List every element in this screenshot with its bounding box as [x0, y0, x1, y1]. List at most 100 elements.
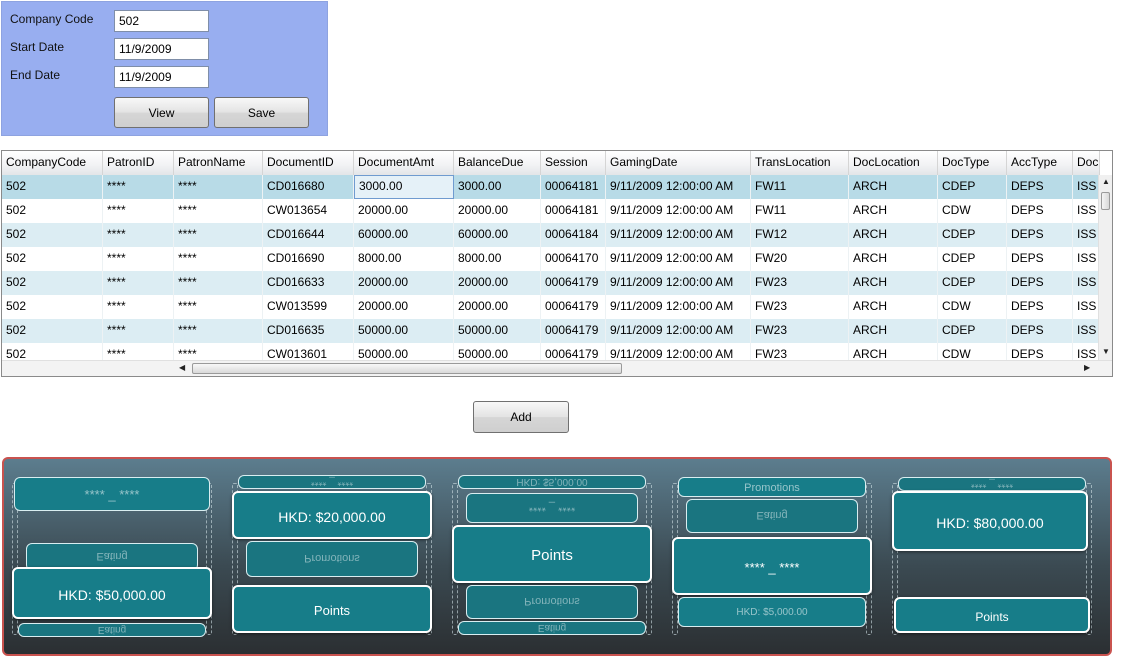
carousel-card[interactable]: HKD: $80,000.00 — [892, 491, 1088, 551]
table-cell[interactable]: **** — [174, 319, 263, 343]
table-cell[interactable]: **** — [174, 199, 263, 223]
carousel-card[interactable]: Promotions — [246, 541, 418, 577]
table-cell[interactable]: ARCH — [849, 223, 938, 247]
table-cell[interactable]: CDEP — [938, 223, 1007, 247]
carousel-card[interactable]: Points — [452, 525, 652, 583]
table-cell[interactable]: 20000.00 — [354, 295, 454, 319]
carousel-card[interactable]: HKD: $50,000.00 — [12, 567, 212, 619]
column-header[interactable]: GamingDate — [606, 151, 751, 175]
table-cell[interactable]: CD016633 — [263, 271, 354, 295]
table-cell[interactable]: 9/11/2009 12:00:00 AM — [606, 247, 751, 271]
carousel-column[interactable]: Promotions Eating **** _ **** HKD: $5,000.0… — [672, 475, 872, 641]
table-cell[interactable]: CDW — [938, 295, 1007, 319]
table-cell[interactable]: **** — [103, 295, 174, 319]
table-cell[interactable]: 00064179 — [541, 295, 606, 319]
table-cell[interactable]: CD016680 — [263, 175, 354, 199]
table-cell[interactable]: ISS — [1073, 271, 1098, 295]
table-row[interactable]: 502 **** **** CW013601 50000.00 50000.00 00064… — [2, 343, 1098, 360]
end-date-input[interactable] — [114, 66, 209, 88]
table-cell[interactable]: 3000.00 — [354, 175, 454, 199]
table-cell[interactable]: **** — [103, 199, 174, 223]
table-cell[interactable]: 9/11/2009 12:00:00 AM — [606, 223, 751, 247]
table-cell[interactable]: 9/11/2009 12:00:00 AM — [606, 199, 751, 223]
table-cell[interactable]: ARCH — [849, 295, 938, 319]
view-button[interactable]: View — [114, 97, 209, 128]
vertical-scroll-thumb[interactable] — [1101, 192, 1110, 210]
column-header[interactable]: AccType — [1007, 151, 1073, 175]
table-cell[interactable]: 502 — [2, 175, 103, 199]
column-header[interactable]: DocLocation — [849, 151, 938, 175]
table-row[interactable]: 502 **** **** CD016690 8000.00 8000.00 0006417… — [2, 247, 1098, 271]
column-header[interactable]: DocType — [938, 151, 1007, 175]
table-cell[interactable]: 50000.00 — [354, 319, 454, 343]
table-cell[interactable]: 20000.00 — [354, 271, 454, 295]
table-cell[interactable]: **** — [174, 295, 263, 319]
column-header[interactable]: PatronName — [174, 151, 263, 175]
table-cell[interactable]: 20000.00 — [454, 199, 541, 223]
table-cell[interactable]: FW23 — [751, 343, 849, 360]
table-cell[interactable]: 9/11/2009 12:00:00 AM — [606, 343, 751, 360]
table-cell[interactable]: 9/11/2009 12:00:00 AM — [606, 175, 751, 199]
table-cell[interactable]: DEPS — [1007, 319, 1073, 343]
company-code-input[interactable] — [114, 10, 209, 32]
carousel-column[interactable]: **** _ **** HKD: $20,000.00 Promotions Poin… — [232, 475, 432, 641]
carousel-card[interactable]: **** _ **** — [466, 493, 638, 523]
table-cell[interactable]: FW23 — [751, 271, 849, 295]
carousel-card[interactable]: **** _ **** — [238, 475, 426, 489]
carousel-card[interactable]: HKD: $5,000.00 — [678, 597, 866, 627]
carousel-card[interactable]: **** _ **** — [672, 537, 872, 595]
table-cell[interactable]: 9/11/2009 12:00:00 AM — [606, 319, 751, 343]
table-cell[interactable]: **** — [103, 175, 174, 199]
table-cell[interactable]: ISS — [1073, 295, 1098, 319]
table-cell[interactable]: ARCH — [849, 319, 938, 343]
carousel-card[interactable]: HKD: $20,000.00 — [232, 491, 432, 539]
table-cell[interactable]: CDW — [938, 343, 1007, 360]
carousel-card[interactable]: Points — [232, 585, 432, 633]
carousel-card[interactable]: Promotions — [678, 477, 866, 497]
carousel-card[interactable]: Eating — [458, 621, 646, 635]
table-row[interactable]: 502 **** **** CD016633 20000.00 20000.00 00064… — [2, 271, 1098, 295]
column-header[interactable]: Session — [541, 151, 606, 175]
table-cell[interactable]: ARCH — [849, 247, 938, 271]
table-cell[interactable]: 502 — [2, 295, 103, 319]
table-cell[interactable]: **** — [103, 343, 174, 360]
horizontal-scroll-thumb[interactable] — [192, 363, 622, 374]
table-cell[interactable]: 00064170 — [541, 247, 606, 271]
documents-grid[interactable]: CompanyCode PatronID PatronName DocumentID D… — [1, 150, 1113, 377]
table-cell[interactable]: CDEP — [938, 175, 1007, 199]
scroll-up-icon[interactable]: ▲ — [1102, 177, 1110, 186]
table-cell[interactable]: DEPS — [1007, 175, 1073, 199]
table-cell[interactable]: 8000.00 — [454, 247, 541, 271]
column-header[interactable]: BalanceDue — [454, 151, 541, 175]
table-cell[interactable]: ARCH — [849, 343, 938, 360]
column-header[interactable]: CompanyCode — [2, 151, 103, 175]
table-cell[interactable]: DEPS — [1007, 295, 1073, 319]
table-cell[interactable]: CDEP — [938, 271, 1007, 295]
table-cell[interactable]: **** — [174, 247, 263, 271]
column-header[interactable]: TransLocation — [751, 151, 849, 175]
column-header[interactable]: PatronID — [103, 151, 174, 175]
table-cell[interactable]: ARCH — [849, 175, 938, 199]
table-row[interactable]: 502 **** **** CW013654 20000.00 20000.00 00064… — [2, 199, 1098, 223]
table-cell[interactable]: 9/11/2009 12:00:00 AM — [606, 295, 751, 319]
table-cell[interactable]: FW23 — [751, 295, 849, 319]
table-cell[interactable]: 50000.00 — [454, 319, 541, 343]
table-cell[interactable]: FW23 — [751, 319, 849, 343]
horizontal-scrollbar[interactable]: ◀ ▶ — [2, 360, 1112, 376]
table-cell[interactable]: DEPS — [1007, 247, 1073, 271]
table-cell[interactable]: 502 — [2, 271, 103, 295]
table-cell[interactable]: FW20 — [751, 247, 849, 271]
table-cell[interactable]: 00064179 — [541, 271, 606, 295]
add-button[interactable]: Add — [473, 401, 569, 433]
table-cell[interactable]: **** — [174, 271, 263, 295]
carousel-card[interactable]: HKD: $5,000.00 — [458, 475, 646, 489]
table-cell[interactable]: **** — [174, 175, 263, 199]
table-row[interactable]: 502 **** **** CD016680 3000.00 3000.00 0006418… — [2, 175, 1098, 199]
table-cell[interactable]: 9/11/2009 12:00:00 AM — [606, 271, 751, 295]
carousel-card[interactable]: **** _ **** — [898, 477, 1086, 491]
table-cell[interactable]: CDEP — [938, 247, 1007, 271]
column-header[interactable]: DocumentID — [263, 151, 354, 175]
scroll-right-icon[interactable]: ▶ — [1084, 363, 1090, 372]
table-cell[interactable]: 502 — [2, 343, 103, 360]
table-row[interactable]: 502 **** **** CD016644 60000.00 60000.00 00064… — [2, 223, 1098, 247]
